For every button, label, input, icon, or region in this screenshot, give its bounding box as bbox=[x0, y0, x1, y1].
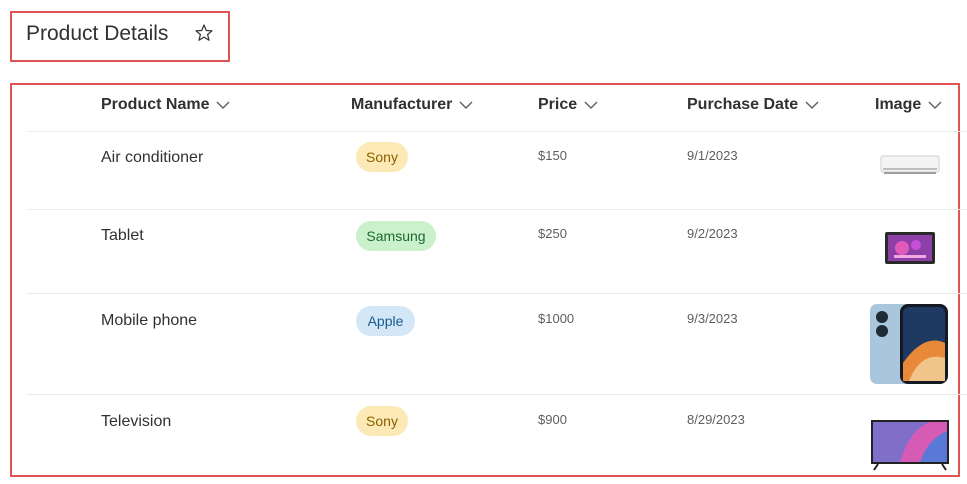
price-cell: $900 bbox=[538, 412, 567, 427]
chevron-down-icon bbox=[584, 101, 598, 109]
price-cell: $1000 bbox=[538, 311, 575, 326]
page-title: Product Details bbox=[26, 22, 169, 45]
price-cell: $150 bbox=[538, 148, 567, 163]
product-name-cell: Television bbox=[101, 413, 172, 430]
air-conditioner-image[interactable] bbox=[880, 154, 940, 176]
manufacturer-pill: Sony bbox=[356, 142, 408, 172]
column-header-label: Manufacturer bbox=[351, 96, 453, 113]
manufacturer-label: Sony bbox=[366, 149, 398, 165]
product-name-cell: Air conditioner bbox=[101, 149, 204, 166]
manufacturer-pill: Samsung bbox=[356, 221, 436, 251]
mobile-phone-image[interactable] bbox=[869, 303, 951, 385]
television-image[interactable] bbox=[870, 419, 950, 472]
product-name-cell: Tablet bbox=[101, 227, 144, 244]
price-cell: $250 bbox=[538, 226, 567, 241]
column-header-price[interactable]: Price bbox=[538, 95, 598, 115]
purchase-date-cell: 9/3/2023 bbox=[687, 311, 738, 326]
tablet-image[interactable] bbox=[884, 231, 936, 265]
chevron-down-icon bbox=[805, 101, 819, 109]
star-icon[interactable] bbox=[194, 23, 214, 43]
row-divider bbox=[27, 209, 967, 210]
column-header-label: Product Name bbox=[101, 96, 210, 113]
column-header-label: Purchase Date bbox=[687, 96, 799, 113]
column-header-label: Price bbox=[538, 96, 578, 113]
row-divider bbox=[27, 394, 967, 395]
column-header-image[interactable]: Image bbox=[875, 95, 942, 115]
manufacturer-pill: Apple bbox=[356, 306, 415, 336]
row-divider bbox=[27, 293, 967, 294]
manufacturer-label: Apple bbox=[367, 313, 404, 329]
column-header-label: Image bbox=[875, 96, 922, 113]
manufacturer-pill: Sony bbox=[356, 406, 408, 436]
product-name-cell: Mobile phone bbox=[101, 312, 198, 329]
manufacturer-label: Samsung bbox=[366, 228, 426, 244]
column-header-purchase-date[interactable]: Purchase Date bbox=[687, 95, 819, 115]
column-header-manufacturer[interactable]: Manufacturer bbox=[351, 95, 473, 115]
manufacturer-label: Sony bbox=[366, 413, 398, 429]
purchase-date-cell: 9/2/2023 bbox=[687, 226, 738, 241]
header-divider bbox=[27, 131, 967, 132]
purchase-date-cell: 9/1/2023 bbox=[687, 148, 738, 163]
chevron-down-icon bbox=[216, 101, 230, 109]
column-header-product-name[interactable]: Product Name bbox=[101, 95, 230, 115]
purchase-date-cell: 8/29/2023 bbox=[687, 412, 745, 427]
chevron-down-icon bbox=[928, 101, 942, 109]
chevron-down-icon bbox=[459, 101, 473, 109]
